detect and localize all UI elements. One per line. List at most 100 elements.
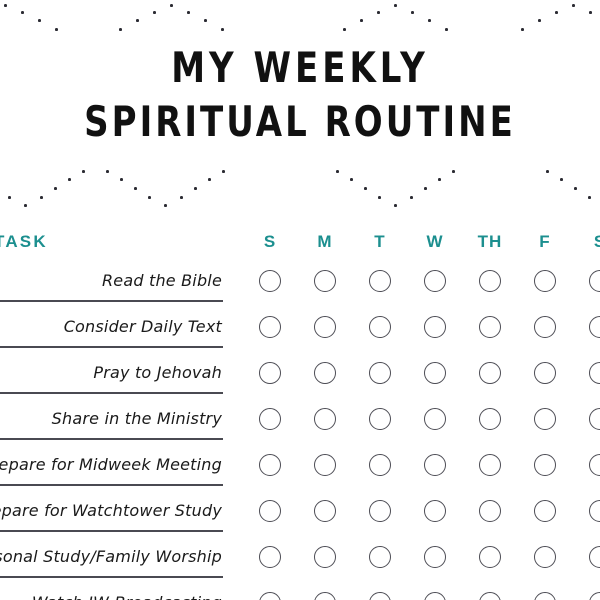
checkbox-circle-r1-c0[interactable] [259,316,281,338]
checkbox-circle-r7-c2[interactable] [369,592,391,600]
routine-table: TASK S M T W TH F S Read the Bible Consider Dai… [0,232,600,600]
checkbox-circle-r6-c6[interactable] [589,546,600,568]
checkbox-circle-r0-c3[interactable] [424,270,446,292]
table-row: Watch JW Broadcasting [0,586,600,600]
checkbox-circle-r5-c6[interactable] [589,500,600,522]
decorative-dot [164,204,167,207]
task-row-divider [0,484,223,486]
checkbox-circle-r4-c4[interactable] [479,454,501,476]
checkbox-circle-r0-c1[interactable] [314,270,336,292]
checkbox-circle-r6-c0[interactable] [259,546,281,568]
checkbox-circle-r2-c3[interactable] [424,362,446,384]
decorative-dot [38,19,41,22]
task-row-divider [0,576,223,578]
checkbox-circle-r4-c0[interactable] [259,454,281,476]
decorative-dot [546,170,549,173]
decorative-dot [187,11,190,14]
checkbox-circle-r7-c5[interactable] [534,592,556,600]
checkbox-circle-r7-c1[interactable] [314,592,336,600]
checkbox-circle-r5-c5[interactable] [534,500,556,522]
checkbox-circle-r5-c2[interactable] [369,500,391,522]
checkbox-circle-r2-c0[interactable] [259,362,281,384]
checkbox-circle-r0-c0[interactable] [259,270,281,292]
decorative-dot [411,11,414,14]
checkbox-circle-r2-c2[interactable] [369,362,391,384]
checkbox-circle-r3-c0[interactable] [259,408,281,430]
decorative-dot [208,178,211,181]
checkbox-circle-r3-c1[interactable] [314,408,336,430]
checkbox-circle-r4-c3[interactable] [424,454,446,476]
checkbox-circle-r2-c6[interactable] [589,362,600,384]
checkbox-circle-r2-c5[interactable] [534,362,556,384]
checkbox-circle-r4-c6[interactable] [589,454,600,476]
decorative-dot [134,187,137,190]
checkbox-circle-r3-c2[interactable] [369,408,391,430]
chevron-dot-cluster-2 [540,166,600,212]
checkbox-circle-r7-c4[interactable] [479,592,501,600]
checkbox-circle-r6-c2[interactable] [369,546,391,568]
task-label: Share in the Ministry [51,409,222,428]
checkbox-circle-r5-c0[interactable] [259,500,281,522]
chevron-dot-cluster-3 [0,2,70,48]
checkbox-circle-r2-c4[interactable] [479,362,501,384]
decorative-dot [378,196,381,199]
checkbox-circle-r5-c1[interactable] [314,500,336,522]
checkbox-circle-r1-c2[interactable] [369,316,391,338]
chevron-dot-cluster-1 [330,166,460,212]
decorative-dot [82,170,85,173]
decorative-dot [394,4,397,7]
table-row: Pray to Jehovah [0,356,600,402]
checkbox-circle-r1-c5[interactable] [534,316,556,338]
checkbox-circle-r6-c5[interactable] [534,546,556,568]
decorative-dot [588,196,591,199]
checkbox-circle-r4-c1[interactable] [314,454,336,476]
decorative-dot [148,196,151,199]
checkbox-circle-r2-c1[interactable] [314,362,336,384]
decorative-dot [445,28,448,31]
page-title: MY WEEKLY SPIRITUAL ROUTINE [0,44,600,147]
checkbox-circle-r3-c6[interactable] [589,408,600,430]
checkbox-circle-r5-c4[interactable] [479,500,501,522]
checkbox-circle-r6-c4[interactable] [479,546,501,568]
table-row: Enjoy Personal Study/Family Worship [0,540,600,586]
column-header-day-5: F [539,232,551,251]
checkbox-circle-r1-c4[interactable] [479,316,501,338]
checkbox-circle-r4-c2[interactable] [369,454,391,476]
checkbox-circle-r0-c4[interactable] [479,270,501,292]
checkbox-circle-r0-c5[interactable] [534,270,556,292]
table-row: Prepare for Watchtower Study [0,494,600,540]
decorative-dot [204,19,207,22]
checkbox-circle-r1-c1[interactable] [314,316,336,338]
checkbox-circle-r3-c4[interactable] [479,408,501,430]
checkbox-circle-r7-c3[interactable] [424,592,446,600]
top-dotted-chevron-border [0,2,600,50]
decorative-dot [438,178,441,181]
checkbox-circle-r1-c6[interactable] [589,316,600,338]
chevron-dot-cluster-2 [508,2,600,48]
checkbox-circle-r7-c6[interactable] [589,592,600,600]
decorative-dot [180,196,183,199]
checkbox-circle-r0-c2[interactable] [369,270,391,292]
checkbox-circle-r4-c5[interactable] [534,454,556,476]
decorative-dot [521,28,524,31]
task-label: Watch JW Broadcasting [0,590,222,600]
task-row-divider [0,530,223,532]
decorative-dot [555,11,558,14]
decorative-dot [424,187,427,190]
column-header-day-6: S [594,232,600,252]
checkbox-circle-r7-c0[interactable] [259,592,281,600]
decorative-dot [360,19,363,22]
checkbox-circle-r1-c3[interactable] [424,316,446,338]
column-header-day-2: T [374,232,386,251]
decorative-dot [170,4,173,7]
decorative-dot [394,204,397,207]
checkbox-circle-r6-c3[interactable] [424,546,446,568]
task-label: Consider Daily Text [63,317,222,336]
checkbox-circle-r3-c3[interactable] [424,408,446,430]
checkbox-circle-r5-c3[interactable] [424,500,446,522]
checkbox-circle-r3-c5[interactable] [534,408,556,430]
checkbox-circle-r6-c1[interactable] [314,546,336,568]
decorative-dot [119,28,122,31]
checkbox-circle-r0-c6[interactable] [589,270,600,292]
task-row-divider [0,346,223,348]
